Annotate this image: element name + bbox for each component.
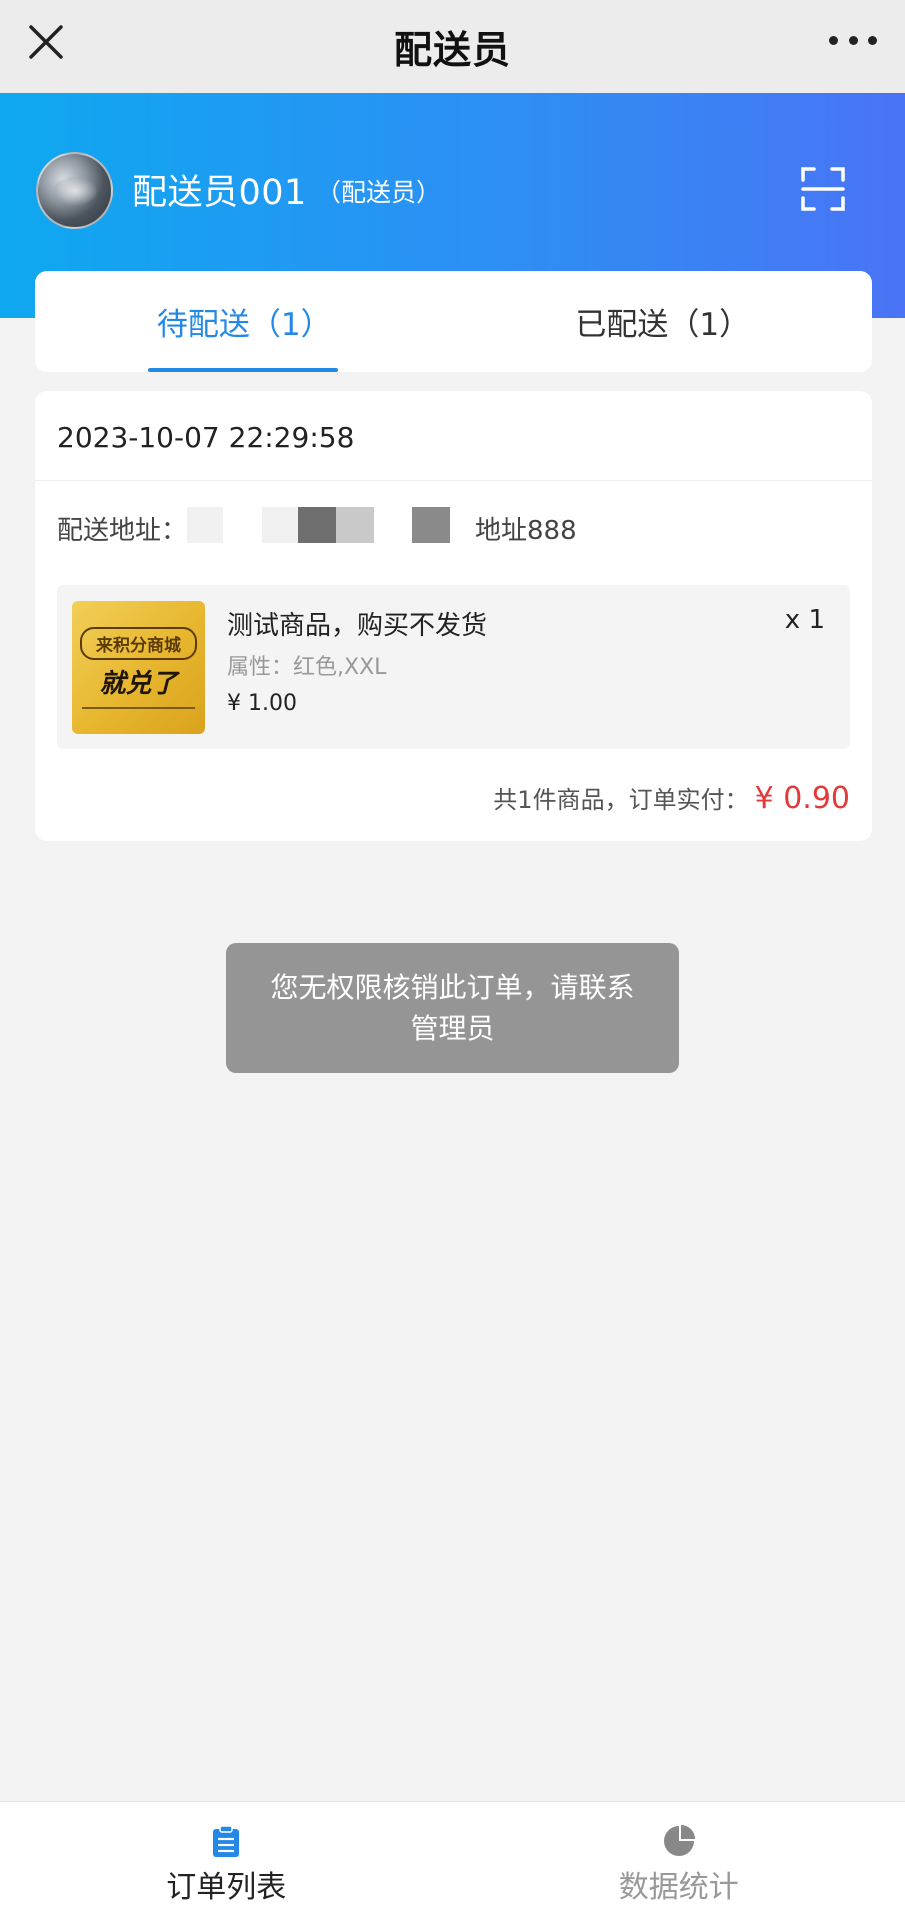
tab-pending-delivery[interactable]: 待配送（1） — [35, 271, 454, 372]
address-value: 地址888 — [475, 516, 577, 546]
goods-attributes: 属性：红色,XXL — [227, 655, 387, 680]
close-icon[interactable] — [26, 22, 66, 62]
bottom-tab-order-list[interactable]: 订单列表 — [0, 1802, 453, 1920]
redacted-block — [298, 507, 336, 543]
redacted-block — [336, 507, 374, 543]
order-tabs: 待配送（1） 已配送（1） — [35, 271, 872, 372]
summary-amount: ¥ 0.90 — [754, 781, 850, 816]
scan-icon[interactable] — [800, 166, 846, 212]
clipboard-icon — [209, 1824, 243, 1858]
bottom-tab-statistics[interactable]: 数据统计 — [453, 1802, 905, 1920]
goods-image-divider — [82, 707, 195, 709]
order-summary: 共1件商品，订单实付： ¥ 0.90 — [493, 780, 850, 816]
redacted-block — [412, 507, 450, 543]
tab-label: 已配送（1） — [575, 307, 751, 343]
page-title: 配送员 — [393, 28, 511, 72]
user-role: （配送员） — [316, 178, 442, 207]
goods-image-text: 来积分商城 — [80, 627, 197, 660]
goods-price: ¥ 1.00 — [227, 691, 297, 716]
user-name: 配送员001 — [132, 173, 307, 213]
redacted-block — [187, 507, 223, 543]
redacted-block — [262, 507, 298, 543]
summary-text: 共1件商品，订单实付： — [493, 786, 749, 814]
navbar: 配送员 — [0, 0, 905, 93]
order-time: 2023-10-07 22:29:58 — [57, 421, 355, 454]
divider — [35, 480, 872, 481]
tab-delivered[interactable]: 已配送（1） — [454, 271, 873, 372]
goods-name: 测试商品，购买不发货 — [227, 611, 488, 641]
order-card[interactable]: 2023-10-07 22:29:58 配送地址： 地址888 来积分商城 就兑… — [35, 391, 872, 841]
goods-item[interactable]: 来积分商城 就兑了 测试商品，购买不发货 x 1 属性：红色,XXL ¥ 1.0… — [57, 585, 850, 749]
toast-text: 您无权限核销此订单，请联系管理员 — [270, 971, 635, 1045]
avatar — [36, 152, 113, 229]
goods-image-text: 就兑了 — [99, 669, 178, 699]
bottom-tab-bar: 订单列表 数据统计 — [0, 1801, 905, 1920]
address-label: 配送地址： — [57, 516, 188, 546]
bottom-tab-label: 数据统计 — [618, 1870, 739, 1905]
toast-message: 您无权限核销此订单，请联系管理员 — [226, 943, 679, 1073]
bottom-tab-label: 订单列表 — [166, 1870, 287, 1905]
more-icon[interactable] — [829, 28, 877, 52]
goods-image: 来积分商城 就兑了 — [72, 601, 205, 734]
goods-quantity: x 1 — [784, 605, 825, 635]
tab-label: 待配送（1） — [156, 307, 332, 343]
pie-chart-icon — [662, 1824, 696, 1858]
